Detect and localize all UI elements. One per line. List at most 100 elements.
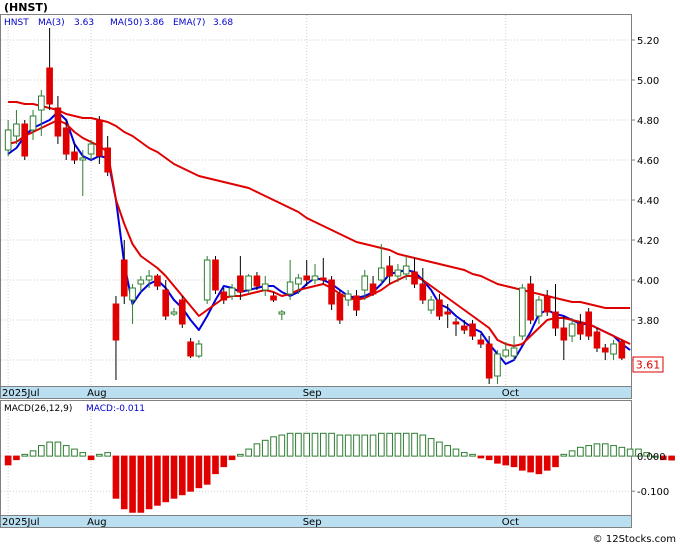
macd-bar-negative (120, 455, 128, 510)
candle-down (601, 347, 609, 353)
candle-down (253, 275, 261, 287)
candle-up (361, 275, 369, 291)
macd-bar-negative (13, 455, 20, 461)
macd-bar-positive (38, 445, 45, 457)
legend-hnst: HNST (4, 18, 29, 28)
candle-down (54, 107, 62, 137)
candle-down (319, 277, 327, 281)
macd-bar-negative (519, 455, 526, 471)
macd-month-label: Aug (87, 517, 107, 528)
macd-month-label: 2025Jul (2, 517, 40, 528)
candle-up (610, 343, 617, 355)
candle-down (21, 123, 29, 157)
candle-up (535, 299, 543, 317)
candle-up (510, 347, 518, 357)
macd-month-label: Oct (502, 517, 519, 528)
macd-bar-positive (29, 450, 37, 457)
candle-up (87, 143, 95, 155)
candle-down (560, 327, 568, 341)
macd-bar-positive (402, 432, 410, 457)
price-tick-label: 4.20 (637, 236, 659, 247)
candle-up (38, 95, 45, 111)
candle-down (593, 331, 601, 349)
macd-bar-positive (593, 443, 601, 457)
candle-up (278, 311, 286, 315)
candle-down (96, 119, 103, 157)
macd-bar-positive (295, 432, 302, 457)
candle-down (154, 275, 161, 287)
macd-bar-positive (610, 445, 617, 457)
macd-bar-negative (494, 455, 501, 464)
macd-bar-negative (527, 455, 534, 473)
macd-month-label: Sep (303, 517, 322, 528)
candle-down (71, 151, 78, 161)
candle-up (137, 279, 145, 285)
candle-up (568, 323, 576, 337)
candle-down (369, 283, 377, 295)
candle-down (220, 291, 228, 301)
candle-up (261, 283, 269, 291)
macd-bar-negative (4, 455, 12, 466)
price-month-label: Sep (303, 388, 322, 399)
macd-bar-positive (427, 438, 435, 457)
price-tick-label: 4.60 (637, 156, 659, 167)
macd-tick-label: -0.100 (637, 487, 669, 498)
macd-bar-positive (452, 448, 460, 457)
candle-up (170, 311, 178, 315)
macd-bar-negative (112, 455, 120, 499)
candle-down (120, 259, 128, 297)
macd-bar-positive (386, 432, 393, 457)
candle-up (228, 287, 236, 297)
price-tick-label: 4.80 (637, 116, 659, 127)
macd-bar-negative (485, 455, 493, 461)
candle-up (502, 349, 510, 357)
macd-bar-negative (477, 455, 485, 459)
macd-bar-positive (361, 434, 369, 457)
macd-bar-positive (253, 443, 261, 457)
macd-bar-positive (79, 452, 87, 457)
candle-up (79, 157, 87, 161)
candle-down (585, 311, 592, 337)
candle-up (402, 265, 410, 275)
candle-down (452, 321, 460, 325)
macd-bar-positive (21, 453, 29, 457)
candle-down (62, 127, 70, 155)
price-y-axis: 3.603.804.004.204.404.604.805.005.20 (631, 36, 659, 367)
macd-bar-positive (71, 448, 78, 457)
macd-bar-negative (228, 455, 236, 461)
watermark: © 12Stocks.com (593, 534, 676, 545)
macd-bar-positive (62, 445, 70, 457)
macd-bar-positive (601, 443, 609, 457)
macd-bar-positive (237, 453, 244, 457)
candle-up (245, 275, 252, 291)
candle-down (469, 323, 476, 337)
stock-chart: 3.603.804.004.204.404.604.805.005.20 202… (0, 0, 680, 546)
price-month-label: Aug (87, 388, 107, 399)
macd-bar-positive (585, 445, 592, 457)
macd-bar-positive (46, 441, 53, 457)
candle-down (303, 275, 311, 281)
macd-bar-negative (203, 455, 211, 485)
last-price-tag: 3.61 (632, 356, 664, 373)
macd-bar-positive (245, 448, 252, 457)
macd-bar-positive (270, 436, 277, 457)
macd-bar-positive (319, 432, 327, 457)
macd-bar-positive (411, 432, 418, 457)
candle-up (378, 267, 385, 281)
macd-bar-positive (460, 452, 468, 457)
candle-down (460, 325, 468, 331)
candle-down (212, 259, 219, 291)
macd-value: MACD:-0.011 (86, 404, 145, 414)
macd-bar-positive (328, 432, 335, 457)
candle-up (4, 129, 12, 151)
candle-down (46, 67, 53, 105)
candle-down (328, 279, 335, 305)
chart-svg: 3.603.804.004.204.404.604.805.005.20 202… (0, 1, 676, 545)
candle-down (411, 271, 418, 285)
macd-bar-negative (220, 455, 228, 468)
macd-bar-negative (510, 455, 518, 468)
macd-bar-positive (353, 434, 360, 457)
macd-bar-negative (543, 455, 551, 471)
macd-bar-negative (195, 455, 203, 489)
legend-ma50-value: 3.86 (144, 18, 164, 28)
